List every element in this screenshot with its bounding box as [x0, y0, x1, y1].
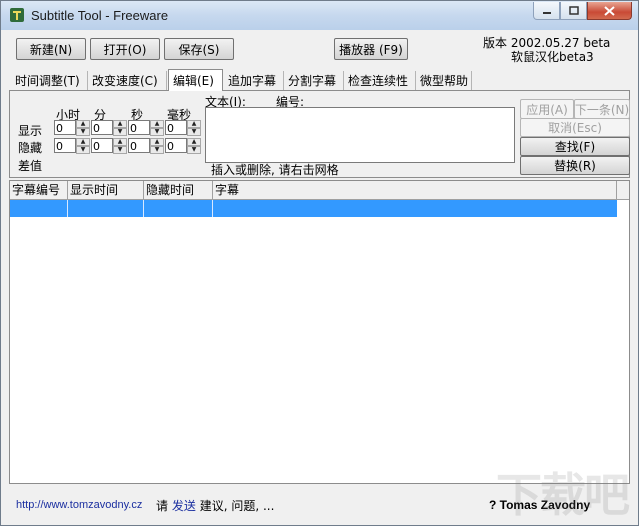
cancel-button[interactable]: 取消(Esc): [520, 118, 630, 137]
version-info: 版本 2002.05.27 beta 软鼠汉化beta3: [483, 36, 610, 64]
hide-row-label: 隐藏: [18, 141, 43, 155]
table-cell[interactable]: [213, 200, 617, 217]
open-button[interactable]: 打开(O): [90, 38, 160, 60]
hide-seconds-field[interactable]: 0: [128, 138, 150, 153]
homepage-link[interactable]: http://www.tomzavodny.cz: [16, 499, 142, 511]
title-bar[interactable]: Subtitle Tool - Freeware: [1, 1, 638, 30]
tab-check-continuity[interactable]: 检查连续性: [344, 71, 416, 90]
hide-hours-field[interactable]: 0: [54, 138, 76, 153]
table-cell[interactable]: [144, 200, 213, 217]
minimize-button[interactable]: [533, 2, 560, 20]
app-icon: [10, 8, 24, 22]
spin-down-icon[interactable]: ▼: [113, 128, 127, 136]
spin-up-icon[interactable]: ▲: [150, 138, 164, 146]
spin-up-icon[interactable]: ▲: [187, 120, 201, 128]
version-line: 版本 2002.05.27 beta: [483, 36, 611, 50]
save-button[interactable]: 保存(S): [164, 38, 234, 60]
close-icon: [604, 5, 615, 16]
grid-hint: 插入或删除, 请右击网格: [211, 163, 339, 177]
show-minutes-field[interactable]: 0: [91, 120, 113, 135]
tab-mini-help[interactable]: 微型帮助: [416, 71, 472, 90]
maximize-icon: [568, 6, 579, 15]
column-header-hide-time[interactable]: 隐藏时间: [144, 181, 213, 199]
window-title: Subtitle Tool - Freeware: [31, 8, 169, 23]
close-button[interactable]: [587, 2, 632, 20]
feedback-message: 请 发送 建议, 问题, ...: [156, 497, 274, 514]
show-row-label: 显示: [18, 124, 43, 138]
spin-up-icon[interactable]: ▲: [150, 120, 164, 128]
tab-split-subtitles[interactable]: 分割字幕: [284, 71, 344, 90]
spin-up-icon[interactable]: ▲: [76, 120, 90, 128]
column-header-number[interactable]: 字幕编号: [10, 181, 68, 199]
spin-down-icon[interactable]: ▼: [113, 146, 127, 154]
spin-up-icon[interactable]: ▲: [187, 138, 201, 146]
player-button[interactable]: 播放器 (F9): [334, 38, 408, 60]
show-ms-field[interactable]: 0: [165, 120, 187, 135]
hide-ms-field[interactable]: 0: [165, 138, 187, 153]
difference-label: 差值: [18, 159, 43, 173]
send-link[interactable]: 发送: [172, 499, 196, 513]
spin-up-icon[interactable]: ▲: [113, 138, 127, 146]
spin-down-icon[interactable]: ▼: [76, 128, 90, 136]
subtitle-text-input[interactable]: [205, 107, 515, 163]
main-window: Subtitle Tool - Freeware 新建(N) 打开(O) 保存(…: [0, 0, 639, 526]
column-header-show-time[interactable]: 显示时间: [68, 181, 144, 199]
spin-up-icon[interactable]: ▲: [113, 120, 127, 128]
spin-down-icon[interactable]: ▼: [187, 146, 201, 154]
spin-down-icon[interactable]: ▼: [150, 128, 164, 136]
apply-button[interactable]: 应用(A): [520, 99, 574, 119]
replace-button[interactable]: 替换(R): [520, 156, 630, 175]
table-cell[interactable]: [68, 200, 144, 217]
spin-down-icon[interactable]: ▼: [150, 146, 164, 154]
maximize-button[interactable]: [560, 2, 587, 20]
minimize-icon: [542, 11, 551, 14]
tab-append-subtitles[interactable]: 追加字幕: [224, 71, 284, 90]
spin-down-icon[interactable]: ▼: [187, 128, 201, 136]
new-button[interactable]: 新建(N): [16, 38, 86, 60]
grid-header: 字幕编号 显示时间 隐藏时间 字幕: [10, 181, 629, 200]
show-hours-field[interactable]: 0: [54, 120, 76, 135]
show-seconds-field[interactable]: 0: [128, 120, 150, 135]
feedback-prefix: 请: [156, 499, 169, 513]
spin-down-icon[interactable]: ▼: [76, 146, 90, 154]
spin-up-icon[interactable]: ▲: [76, 138, 90, 146]
watermark-logo: 下载吧: [496, 468, 630, 522]
subtitle-grid[interactable]: 字幕编号 显示时间 隐藏时间 字幕: [9, 180, 630, 484]
find-button[interactable]: 查找(F): [520, 137, 630, 156]
next-button[interactable]: 下一条(N): [574, 99, 630, 119]
column-header-subtitle[interactable]: 字幕: [213, 181, 617, 199]
table-cell[interactable]: [10, 200, 68, 217]
feedback-rest: 建议, 问题, ...: [199, 499, 275, 513]
tab-time-adjust[interactable]: 时间调整(T): [11, 71, 88, 90]
tab-change-speed[interactable]: 改变速度(C): [88, 71, 167, 90]
translation-credit: 软鼠汉化beta3: [511, 50, 594, 64]
tab-edit[interactable]: 编辑(E): [168, 69, 223, 91]
table-row[interactable]: [10, 200, 617, 217]
hide-minutes-field[interactable]: 0: [91, 138, 113, 153]
